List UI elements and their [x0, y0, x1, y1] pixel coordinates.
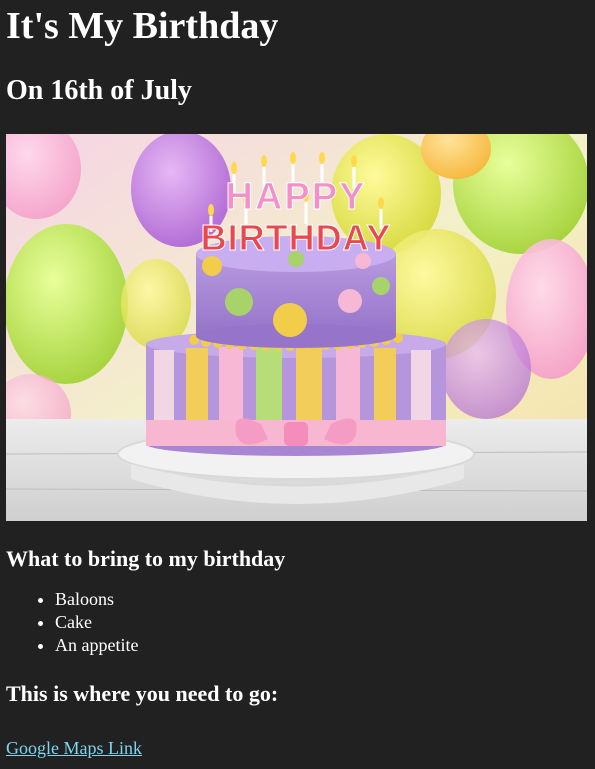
bring-heading: What to bring to my birthday [6, 546, 286, 571]
page: It's My Birthday On 16th of July HAPPY B… [0, 0, 595, 759]
birthday-cake-image: HAPPY BIRTHDAY [6, 134, 587, 521]
list-item: An appetite [55, 634, 589, 657]
cake-topper-birthday: BIRTHDAY [201, 217, 392, 258]
list-item: Baloons [55, 588, 589, 611]
map-link-row: Google Maps Link [6, 737, 589, 759]
bring-list: Baloons Cake An appetite [6, 588, 589, 657]
cake-topper-happy: HAPPY [226, 176, 367, 218]
google-maps-link[interactable]: Google Maps Link [6, 738, 142, 758]
directions-heading: This is where you need to go: [6, 681, 279, 706]
page-subtitle: On 16th of July [6, 75, 192, 106]
list-item: Cake [55, 611, 589, 634]
page-title: It's My Birthday [6, 5, 279, 47]
